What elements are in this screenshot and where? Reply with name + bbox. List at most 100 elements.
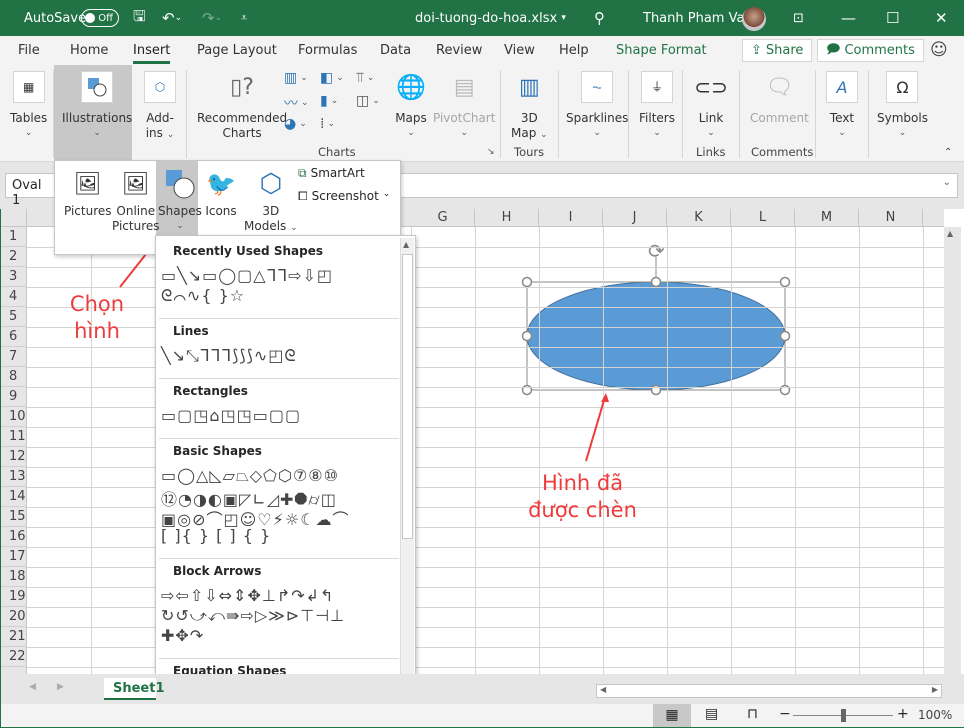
scroll-up-icon[interactable]: ▲ <box>403 240 409 249</box>
column-header-J[interactable]: J <box>603 209 667 227</box>
row-header-13[interactable]: 13 <box>1 467 27 487</box>
shape-row[interactable]: [ ]{ } [ ] { } <box>161 526 271 545</box>
tab-data[interactable]: Data <box>380 43 411 58</box>
tab-help[interactable]: Help <box>559 43 589 58</box>
pie-chart-button[interactable]: ◕ ⌄ <box>284 116 307 132</box>
zoom-level[interactable]: 100% <box>918 708 952 722</box>
page-layout-view-icon[interactable]: ▤ <box>705 706 718 722</box>
row-header-8[interactable]: 8 <box>1 367 27 387</box>
shape-row[interactable]: ↻↺⤻⤺⇛⇨▷≫⊳⊤⊣⊥ <box>161 606 345 626</box>
row-header-22[interactable]: 22 <box>1 647 27 667</box>
close-icon[interactable]: ✕ <box>935 0 948 36</box>
row-header-15[interactable]: 15 <box>1 507 27 527</box>
ribbon-display-icon[interactable]: ⊡ <box>793 0 804 36</box>
maps-button[interactable]: 🌐 Maps ⌄ <box>395 67 427 141</box>
column-header-G[interactable]: G <box>411 209 475 227</box>
filters-button[interactable]: ⏚ Filters ⌄ <box>639 67 675 141</box>
comments-button[interactable]: 🗩 Comments <box>817 39 924 62</box>
scatter-chart-button[interactable]: ⁞ ⌄ <box>320 116 335 132</box>
column-header-N[interactable]: N <box>859 209 923 227</box>
rotate-handle-icon[interactable]: ⟳ <box>648 239 665 263</box>
symbols-button[interactable]: Ω Symbols ⌄ <box>877 67 928 141</box>
row-header-5[interactable]: 5 <box>1 307 27 327</box>
3d-models-button[interactable]: ⬡ 3D Models ⌄ <box>244 164 298 236</box>
avatar[interactable] <box>742 7 766 31</box>
row-header-4[interactable]: 4 <box>1 287 27 307</box>
oval-fill[interactable] <box>526 281 786 391</box>
tab-page-layout[interactable]: Page Layout <box>197 43 277 58</box>
maximize-icon[interactable]: ☐ <box>886 0 899 36</box>
row-header-1[interactable]: 1 <box>1 227 27 247</box>
pivotchart-button[interactable]: ▤ PivotChart ⌄ <box>433 67 495 141</box>
next-sheet-icon[interactable]: ▶ <box>57 682 64 692</box>
formula-input[interactable]: ⌄ <box>400 173 958 198</box>
sheet-tab-sheet1[interactable]: Sheet1 <box>104 678 165 700</box>
minimize-icon[interactable]: — <box>841 0 856 36</box>
inserted-oval-shape[interactable]: ⟳ <box>516 237 801 412</box>
scroll-right-icon[interactable]: ▶ <box>932 685 938 694</box>
combo-chart-button[interactable]: ◫ ⌄ <box>356 93 380 109</box>
zoom-in-icon[interactable]: + <box>897 706 909 722</box>
recommended-charts-button[interactable]: ▯? Recommended Charts <box>197 67 287 141</box>
column-header-H[interactable]: H <box>475 209 539 227</box>
row-header-20[interactable]: 20 <box>1 607 27 627</box>
line-chart-button[interactable]: 〰 ⌄ <box>284 93 309 113</box>
text-button[interactable]: A Text ⌄ <box>826 67 858 141</box>
column-header-I[interactable]: I <box>539 209 603 227</box>
horizontal-scrollbar[interactable]: ◀ ▶ <box>596 684 942 698</box>
sparklines-button[interactable]: ⏦ Sparklines ⌄ <box>566 67 628 141</box>
pictures-button[interactable]: 🖼 Pictures <box>64 164 112 219</box>
smartart-button[interactable]: ⧉ SmartArt <box>298 166 365 181</box>
row-header-14[interactable]: 14 <box>1 487 27 507</box>
undo-icon[interactable]: ↶ ⌄ <box>162 0 182 36</box>
tab-review[interactable]: Review <box>436 43 482 58</box>
name-box[interactable]: Oval 1 <box>5 173 60 208</box>
user-name[interactable]: Thanh Pham Van <box>643 0 753 36</box>
row-header-19[interactable]: 19 <box>1 587 27 607</box>
scroll-left-icon[interactable]: ◀ <box>600 685 606 694</box>
page-break-view-icon[interactable]: ⊓ <box>747 706 758 722</box>
shape-row[interactable]: ▭╲↘▭◯▢△ᒣᒣ⇨⇩◰ <box>161 266 333 285</box>
document-title[interactable]: doi-tuong-do-hoa.xlsx ▾ <box>415 0 566 36</box>
tab-view[interactable]: View <box>504 43 535 58</box>
scroll-thumb[interactable] <box>402 254 413 539</box>
zoom-out-icon[interactable]: − <box>779 706 791 722</box>
statistic-chart-button[interactable]: ▮ ⌄ <box>320 93 338 109</box>
save-icon[interactable]: 🖫 <box>133 0 146 36</box>
screenshot-button[interactable]: ⧠ Screenshot ⌄ <box>298 189 390 204</box>
tab-shape-format[interactable]: Shape Format <box>616 43 707 58</box>
tab-home[interactable]: Home <box>70 43 108 58</box>
row-header-10[interactable]: 10 <box>1 407 27 427</box>
row-header-3[interactable]: 3 <box>1 267 27 287</box>
prev-sheet-icon[interactable]: ◀ <box>29 682 36 692</box>
vertical-scrollbar[interactable]: ▲ ▼ <box>944 227 961 687</box>
column-chart-button[interactable]: ▥ ⌄ <box>284 70 308 86</box>
share-button[interactable]: ⇪ Share <box>742 39 813 62</box>
shape-row[interactable]: ▭◯△◺▱⏢◇⬠⬡⑦⑧⑩ <box>161 466 339 486</box>
row-header-12[interactable]: 12 <box>1 447 27 467</box>
shape-row[interactable]: ✚✥↷ <box>161 626 204 645</box>
row-header-11[interactable]: 11 <box>1 427 27 447</box>
column-header-L[interactable]: L <box>731 209 795 227</box>
select-all-corner[interactable] <box>1 209 27 227</box>
waterfall-chart-button[interactable]: ⫪ ⌄ <box>356 70 374 86</box>
dialog-launcher-icon[interactable]: ↘ <box>487 147 495 157</box>
row-header-16[interactable]: 16 <box>1 527 27 547</box>
icons-button[interactable]: 🐦 Icons <box>205 164 237 219</box>
feedback-smiley-icon[interactable]: ☺ <box>930 40 948 60</box>
row-header-21[interactable]: 21 <box>1 627 27 647</box>
redo-icon[interactable]: ↷ ⌄ <box>202 0 222 36</box>
column-header-K[interactable]: K <box>667 209 731 227</box>
row-header-2[interactable]: 2 <box>1 247 27 267</box>
addins-button[interactable]: ⬡ Add-ins ⌄ <box>144 67 176 143</box>
tab-formulas[interactable]: Formulas <box>298 43 357 58</box>
tab-insert[interactable]: Insert <box>133 43 171 64</box>
worksheet-grid[interactable]: GHIJKLMN 1 2 3 4 5 6 7 8 9 10 11 12 13 14 15 16 17 18 19 20… <box>0 209 964 687</box>
collapse-ribbon-icon[interactable]: ⌃ <box>944 147 952 158</box>
column-header-M[interactable]: M <box>795 209 859 227</box>
zoom-slider-thumb[interactable] <box>841 709 846 722</box>
3d-map-button[interactable]: ▥ 3D Map ⌄ <box>511 67 548 143</box>
shape-row[interactable]: ᘓ⌒∿{ }☆ <box>161 286 245 306</box>
illustrations-button[interactable]: Illustrations ⌄ <box>62 67 132 141</box>
search-icon[interactable]: ⚲ <box>594 0 605 36</box>
